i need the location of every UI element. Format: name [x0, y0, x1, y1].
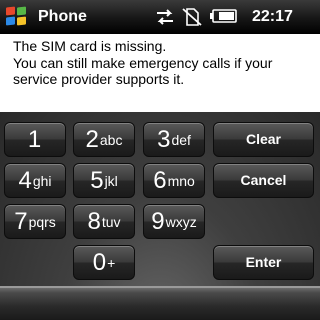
key-letters: tuv: [101, 214, 121, 230]
bottom-divider: [0, 286, 320, 288]
phone-screen: Phone 22:17 The SIM card is missing. You…: [0, 0, 320, 320]
message-line: You can still make emergency calls if yo…: [13, 54, 273, 71]
start-menu-icon[interactable]: [6, 6, 28, 27]
key-letters: pqrs: [28, 214, 56, 230]
key-letters: jkl: [104, 173, 118, 189]
key-digit: 8: [87, 208, 101, 235]
battery-icon: [210, 9, 237, 23]
key-letters: def: [171, 132, 191, 148]
key-6[interactable]: 6mno: [143, 163, 205, 198]
key-digit: 1: [27, 126, 42, 153]
key-letters: ghi: [32, 173, 52, 189]
data-sync-icon: [157, 9, 173, 25]
key-digit: 3: [157, 126, 171, 153]
key-2[interactable]: 2abc: [73, 122, 135, 157]
message-line: service provider supports it.: [13, 71, 185, 87]
key-letters: wxyz: [165, 214, 197, 230]
key-digit: 6: [153, 167, 167, 194]
bottom-bar: [0, 286, 320, 320]
key-7[interactable]: 7pqrs: [4, 204, 66, 239]
key-digit: 2: [85, 126, 99, 153]
key-letters: mno: [167, 173, 195, 189]
key-8[interactable]: 8tuv: [73, 204, 135, 239]
key-5[interactable]: 5jkl: [73, 163, 135, 198]
clock: 22:17: [252, 8, 293, 25]
message-text: The SIM card is missing. You can still m…: [13, 38, 272, 88]
clear-button[interactable]: Clear: [213, 122, 314, 157]
key-9[interactable]: 9wxyz: [143, 204, 205, 239]
key-digit: 9: [151, 208, 165, 235]
key-0[interactable]: 0+: [73, 245, 135, 280]
no-sim-icon: [182, 8, 202, 26]
key-digit: 0: [92, 249, 107, 276]
key-1[interactable]: 1: [4, 122, 66, 157]
key-4[interactable]: 4ghi: [4, 163, 66, 198]
title-bar: Phone 22:17: [0, 0, 320, 34]
key-digit: 5: [90, 167, 104, 194]
sim-missing-message: The SIM card is missing. You can still m…: [0, 34, 320, 112]
cancel-button[interactable]: Cancel: [213, 163, 314, 198]
key-3[interactable]: 3def: [143, 122, 205, 157]
key-letters: +: [107, 255, 116, 271]
app-title: Phone: [38, 8, 87, 25]
key-digit: 7: [14, 208, 28, 235]
key-letters: abc: [99, 132, 123, 148]
enter-button[interactable]: Enter: [213, 245, 314, 280]
key-digit: 4: [18, 167, 32, 194]
message-line: The SIM card is missing.: [13, 38, 167, 54]
